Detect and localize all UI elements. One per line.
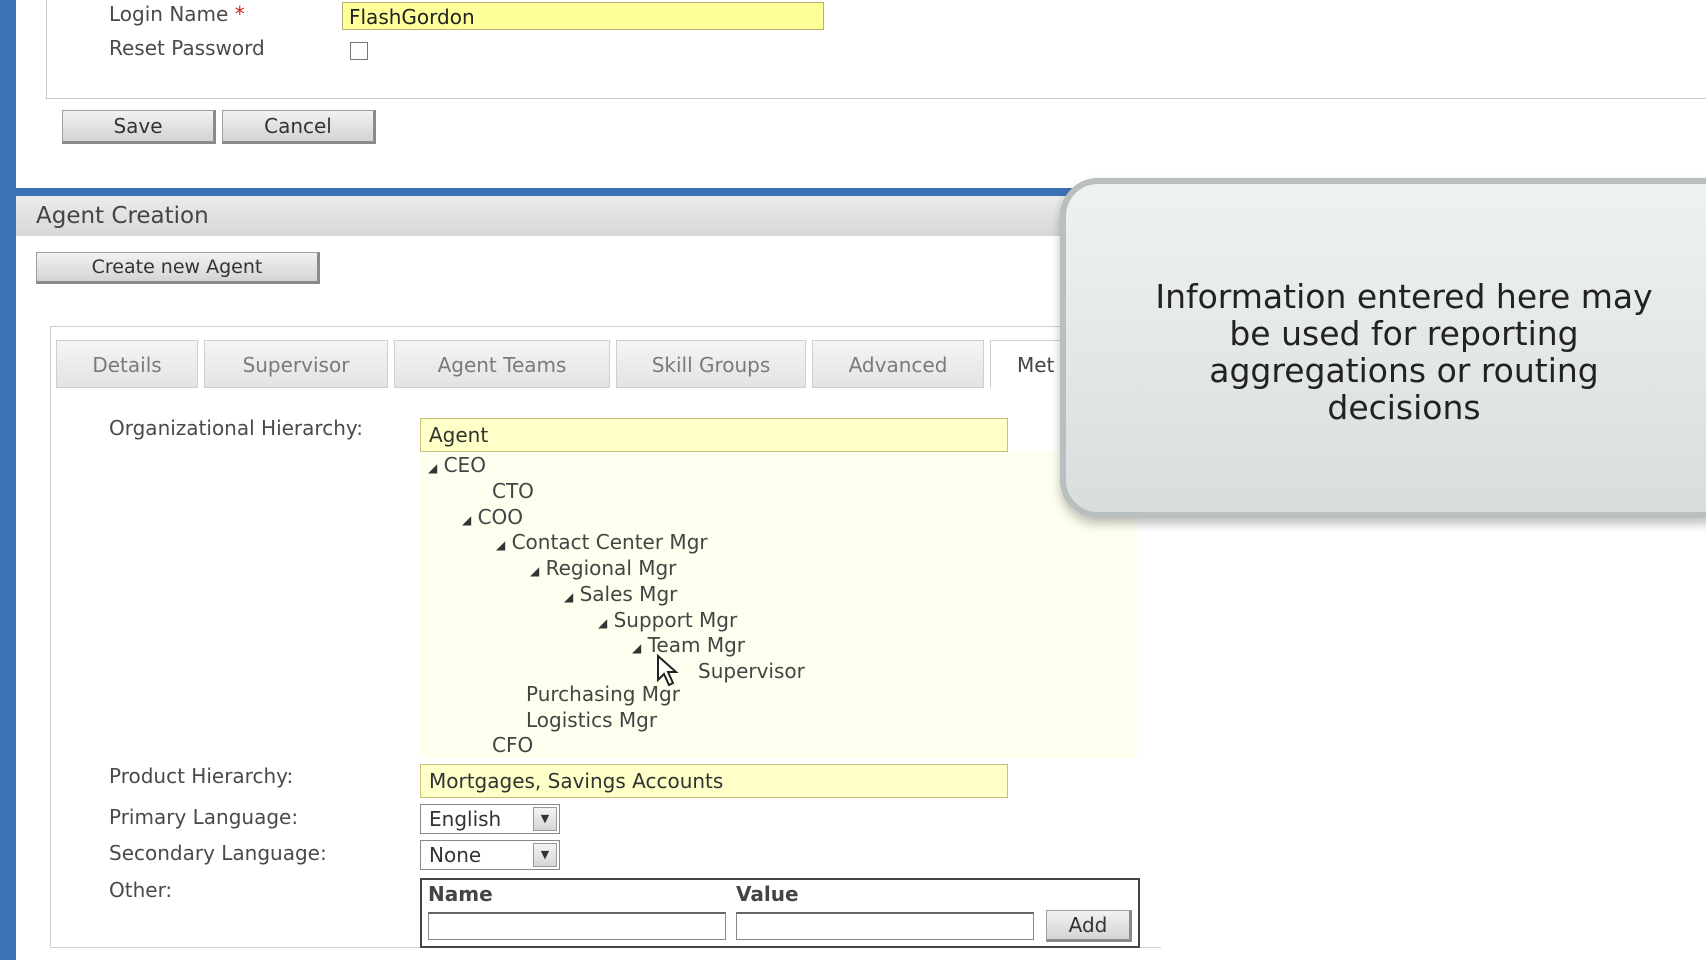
triangle-expanded-icon[interactable]: ◢: [564, 590, 573, 604]
primary-language-select[interactable]: English ▼: [420, 804, 560, 834]
triangle-expanded-icon[interactable]: ◢: [530, 564, 539, 578]
other-label: Other:: [109, 878, 173, 902]
primary-language-value: English: [429, 807, 502, 831]
product-hierarchy-label: Product Hierarchy:: [109, 764, 294, 788]
left-accent-bar: [0, 0, 16, 960]
other-attributes-box: Name Value Add: [420, 878, 1140, 948]
tree-node[interactable]: ◢ CEO: [428, 453, 486, 477]
tree-node[interactable]: CTO: [492, 479, 534, 503]
chevron-down-icon[interactable]: ▼: [533, 807, 557, 831]
triangle-expanded-icon[interactable]: ◢: [496, 538, 505, 552]
triangle-expanded-icon[interactable]: ◢: [462, 513, 471, 527]
chevron-down-icon[interactable]: ▼: [533, 843, 557, 867]
callout-line: Information entered here may: [1155, 277, 1653, 316]
tree-node[interactable]: Logistics Mgr: [526, 708, 657, 732]
tab-details[interactable]: Details: [56, 340, 198, 388]
login-name-input[interactable]: FlashGordon: [342, 2, 824, 30]
other-value-header: Value: [736, 882, 799, 906]
tab-advanced[interactable]: Advanced: [812, 340, 984, 388]
primary-language-label: Primary Language:: [109, 805, 299, 829]
tab-agent-teams[interactable]: Agent Teams: [394, 340, 610, 388]
add-button[interactable]: Add: [1046, 910, 1132, 942]
tree-node[interactable]: Supervisor: [698, 659, 805, 683]
triangle-expanded-icon[interactable]: ◢: [598, 616, 607, 630]
other-name-header: Name: [428, 882, 493, 906]
login-name-label-text: Login Name: [109, 2, 229, 26]
tree-node[interactable]: ◢ Regional Mgr: [530, 556, 676, 580]
save-button[interactable]: Save: [62, 110, 216, 144]
triangle-expanded-icon[interactable]: ◢: [632, 641, 641, 655]
callout-line: decisions: [1327, 388, 1481, 427]
required-marker: *: [234, 2, 245, 26]
callout-line: aggregations or routing: [1209, 351, 1599, 390]
other-value-input[interactable]: [736, 912, 1034, 940]
callout-line: be used for reporting: [1229, 314, 1579, 353]
tab-supervisor[interactable]: Supervisor: [204, 340, 388, 388]
other-name-input[interactable]: [428, 912, 726, 940]
secondary-language-label: Secondary Language:: [109, 841, 327, 865]
agent-creation-header: Agent Creation: [16, 196, 1080, 236]
user-form-panel: [46, 0, 1706, 99]
tree-node[interactable]: CFO: [492, 733, 533, 757]
tree-node[interactable]: ◢ Contact Center Mgr: [496, 530, 708, 554]
tree-node[interactable]: ◢ COO: [462, 505, 523, 529]
cancel-button[interactable]: Cancel: [222, 110, 376, 144]
secondary-language-value: None: [429, 843, 482, 867]
org-hierarchy-label: Organizational Hierarchy:: [109, 416, 363, 440]
secondary-language-select[interactable]: None ▼: [420, 840, 560, 870]
tab-skill-groups[interactable]: Skill Groups: [616, 340, 806, 388]
tree-node[interactable]: ◢ Team Mgr: [632, 633, 745, 657]
reset-password-label: Reset Password: [109, 36, 265, 60]
mouse-pointer-icon: [656, 653, 684, 692]
tree-node[interactable]: ◢ Support Mgr: [598, 608, 737, 632]
section-divider: [16, 188, 1076, 196]
create-new-agent-button[interactable]: Create new Agent: [36, 252, 320, 284]
org-hierarchy-input[interactable]: Agent: [420, 418, 1008, 452]
product-hierarchy-input[interactable]: Mortgages, Savings Accounts: [420, 764, 1008, 798]
agent-creation-title: Agent Creation: [36, 203, 209, 229]
login-name-label: Login Name *: [109, 2, 245, 26]
info-callout: Information entered here may be used for…: [1060, 178, 1706, 518]
tree-node[interactable]: ◢ Sales Mgr: [564, 582, 677, 606]
info-callout-text: Information entered here may be used for…: [1086, 278, 1706, 426]
triangle-expanded-icon[interactable]: ◢: [428, 461, 437, 475]
reset-password-checkbox[interactable]: [350, 42, 368, 60]
